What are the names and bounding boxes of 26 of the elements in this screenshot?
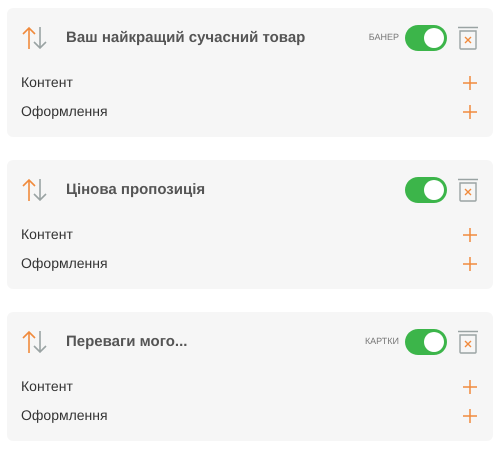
plus-icon[interactable] bbox=[462, 74, 478, 90]
block-title: Ваш найкращий сучасний товар bbox=[66, 28, 306, 48]
plus-icon[interactable] bbox=[462, 408, 478, 424]
trash-icon[interactable] bbox=[457, 330, 479, 354]
section-label: Оформлення bbox=[21, 254, 108, 273]
section-label: Оформлення bbox=[21, 406, 108, 425]
block-type-label: БАНЕР bbox=[368, 31, 399, 44]
trash-icon[interactable] bbox=[457, 26, 479, 50]
plus-icon[interactable] bbox=[462, 256, 478, 272]
sort-arrows-icon[interactable] bbox=[21, 178, 49, 202]
block-title: Цінова пропозиція bbox=[66, 180, 206, 200]
sort-arrows-icon[interactable] bbox=[21, 26, 49, 50]
section-label: Оформлення bbox=[21, 102, 108, 121]
section-label: Контент bbox=[21, 73, 73, 92]
toggle-switch[interactable] bbox=[405, 25, 447, 51]
plus-icon[interactable] bbox=[462, 226, 478, 242]
block-type-label: КАРТКИ bbox=[364, 335, 399, 348]
plus-icon[interactable] bbox=[462, 378, 478, 394]
sort-arrows-icon[interactable] bbox=[21, 330, 49, 354]
toggle-switch[interactable] bbox=[405, 177, 447, 203]
plus-icon[interactable] bbox=[462, 104, 478, 120]
toggle-switch[interactable] bbox=[405, 329, 447, 355]
section-label: Контент bbox=[21, 225, 73, 244]
section-label: Контент bbox=[21, 377, 73, 396]
block-title: Переваги мого... bbox=[66, 332, 188, 352]
trash-icon[interactable] bbox=[457, 178, 479, 202]
